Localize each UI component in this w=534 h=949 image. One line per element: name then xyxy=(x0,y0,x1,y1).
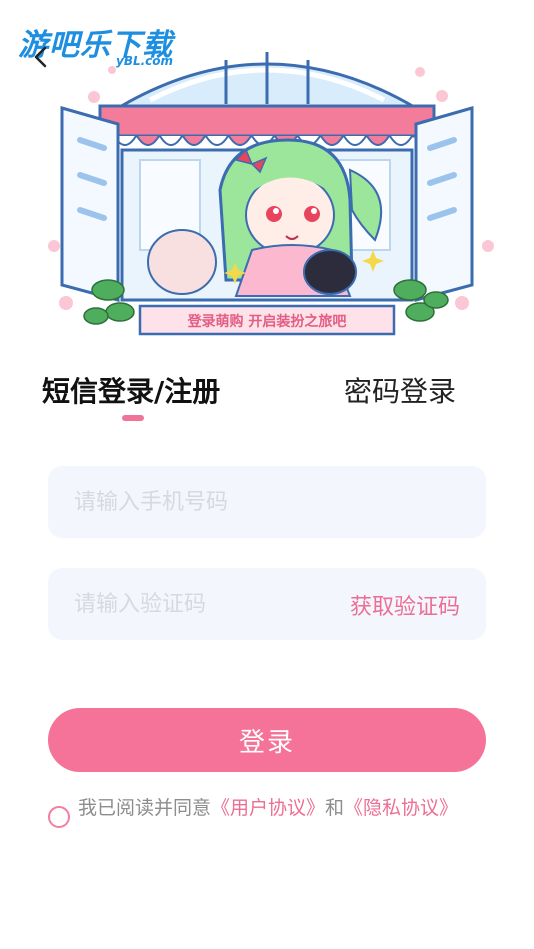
agreement-radio[interactable] xyxy=(48,806,70,828)
verification-code-input[interactable] xyxy=(74,568,314,640)
agreement-prefix: 我已阅读并同意 xyxy=(78,797,212,819)
get-code-button[interactable]: 获取验证码 xyxy=(350,589,460,621)
tab-sms-login[interactable]: 短信登录/注册 xyxy=(42,370,220,410)
user-agreement-link[interactable]: 《用户协议》 xyxy=(211,797,325,819)
code-field-container: 获取验证码 xyxy=(48,568,486,640)
active-tab-indicator xyxy=(122,415,144,421)
login-tabs: 短信登录/注册 密码登录 xyxy=(0,360,534,430)
login-button[interactable]: 登录 xyxy=(48,708,486,772)
watermark-domain: yBL.com xyxy=(116,54,174,68)
phone-field-container xyxy=(48,466,486,538)
tab-password-login[interactable]: 密码登录 xyxy=(344,370,456,410)
agreement-and: 和 xyxy=(325,797,345,819)
phone-input[interactable] xyxy=(74,466,464,538)
privacy-policy-link[interactable]: 《隐私协议》 xyxy=(344,797,458,819)
back-chevron-icon xyxy=(34,46,47,68)
back-button[interactable] xyxy=(28,44,54,70)
hero-banner-text: 登录萌购 开启装扮之旅吧 xyxy=(187,314,347,330)
agreement-text: 我已阅读并同意《用户协议》和《隐私协议》 xyxy=(78,795,488,821)
